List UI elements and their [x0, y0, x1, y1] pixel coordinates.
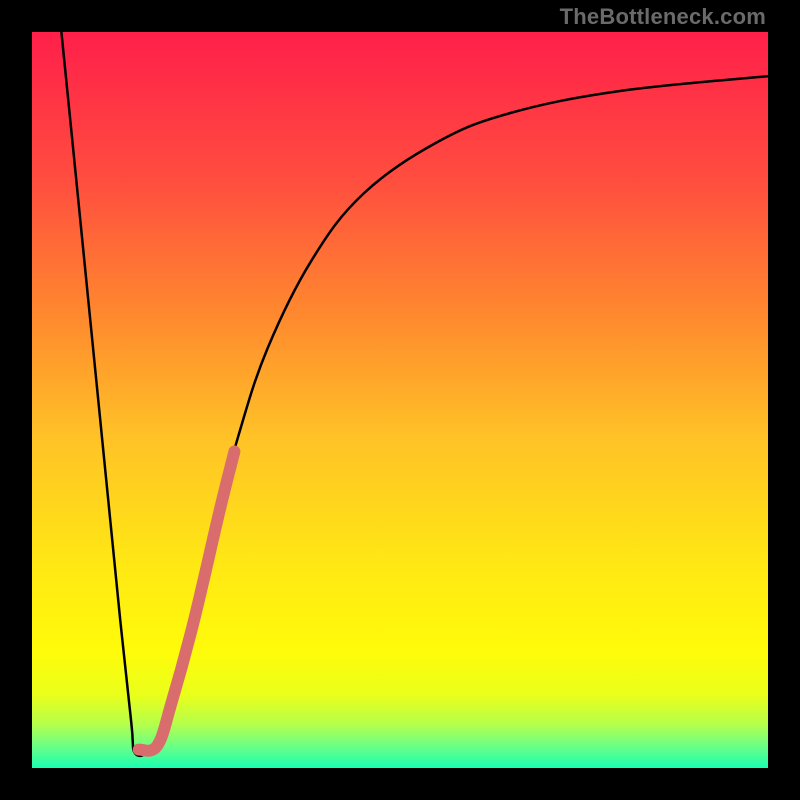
watermark-text: TheBottleneck.com [560, 4, 766, 30]
chart-lines [32, 32, 768, 768]
plot-area [32, 32, 768, 768]
highlight-segment [139, 452, 235, 751]
bottleneck-curve [61, 32, 768, 756]
chart-frame: TheBottleneck.com [0, 0, 800, 800]
